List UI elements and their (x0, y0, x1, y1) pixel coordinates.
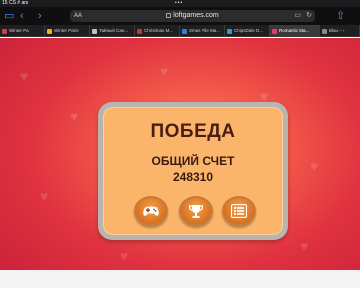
tab-6[interactable]: Romantic Ma... (270, 25, 320, 37)
victory-dialog-body: ПОБЕДА ОБЩИЙ СЧЕТ 248310 (103, 107, 283, 235)
tab-2[interactable]: Тайный Сан... (90, 25, 135, 37)
status-carrier: CS # anı (8, 0, 29, 6)
share-icon[interactable]: ⇧ (336, 9, 345, 23)
favicon-icon (2, 28, 7, 34)
heart-decoration: ♥ (300, 238, 309, 254)
address-bar[interactable]: AA loftgames.com ▭ ↻ (70, 10, 315, 22)
list-icon (231, 204, 247, 218)
browser-toolbar: ▭ ‹ › AA loftgames.com ▭ ↻ ⇧ (0, 7, 360, 25)
heart-decoration: ♥ (310, 158, 319, 174)
favicon-icon (92, 28, 97, 34)
tab-4[interactable]: Xmas Tile Ma... (180, 25, 225, 37)
trophy-icon (188, 205, 204, 218)
back-icon[interactable]: ‹ (20, 9, 24, 23)
play-button[interactable] (134, 196, 168, 226)
favicon-icon (47, 28, 52, 34)
heart-decoration: ♥ (120, 248, 129, 264)
leaderboard-button[interactable] (179, 196, 213, 226)
tab-0[interactable]: Winter Pa (0, 25, 45, 37)
forward-icon[interactable]: › (38, 9, 42, 23)
victory-dialog: ПОБЕДА ОБЩИЙ СЧЕТ 248310 (98, 102, 288, 240)
multitask-dots[interactable]: ••• (175, 0, 183, 7)
favicon-icon (227, 28, 232, 34)
gamepad-icon (143, 206, 159, 216)
heart-decoration: ♥ (70, 108, 79, 124)
url-text: loftgames.com (70, 10, 315, 22)
sidebar-icon[interactable]: ▭ (4, 9, 14, 23)
reload-icon[interactable]: ↻ (306, 10, 312, 22)
status-time: 15 (2, 0, 8, 6)
tab-7[interactable]: Blau – › (320, 25, 360, 37)
status-bar: 15 CS # anı ••• (0, 0, 360, 7)
victory-title: ПОБЕДА (150, 121, 236, 142)
total-score-label: ОБЩИЙ СЧЕТ (151, 154, 235, 168)
heart-decoration: ♥ (160, 63, 169, 79)
tab-5[interactable]: ChipsDale D... (225, 25, 270, 37)
favicon-icon (272, 28, 277, 34)
favicon-icon (322, 28, 327, 34)
tab-1[interactable]: Winter Pairs (45, 25, 90, 37)
heart-decoration: ♥ (40, 188, 49, 204)
tab-bar: Winter Pa Winter Pairs Тайный Сан... Chr… (0, 25, 360, 37)
lock-icon (166, 12, 172, 18)
tab-3[interactable]: Christmas M... (135, 25, 180, 37)
page-bottom-bar (0, 270, 360, 288)
menu-button[interactable] (222, 196, 256, 226)
heart-decoration: ♥ (20, 68, 29, 84)
favicon-icon (137, 28, 142, 34)
favicon-icon (182, 28, 187, 34)
reader-icon[interactable]: ▭ (294, 10, 301, 22)
total-score-value: 248310 (172, 170, 214, 184)
